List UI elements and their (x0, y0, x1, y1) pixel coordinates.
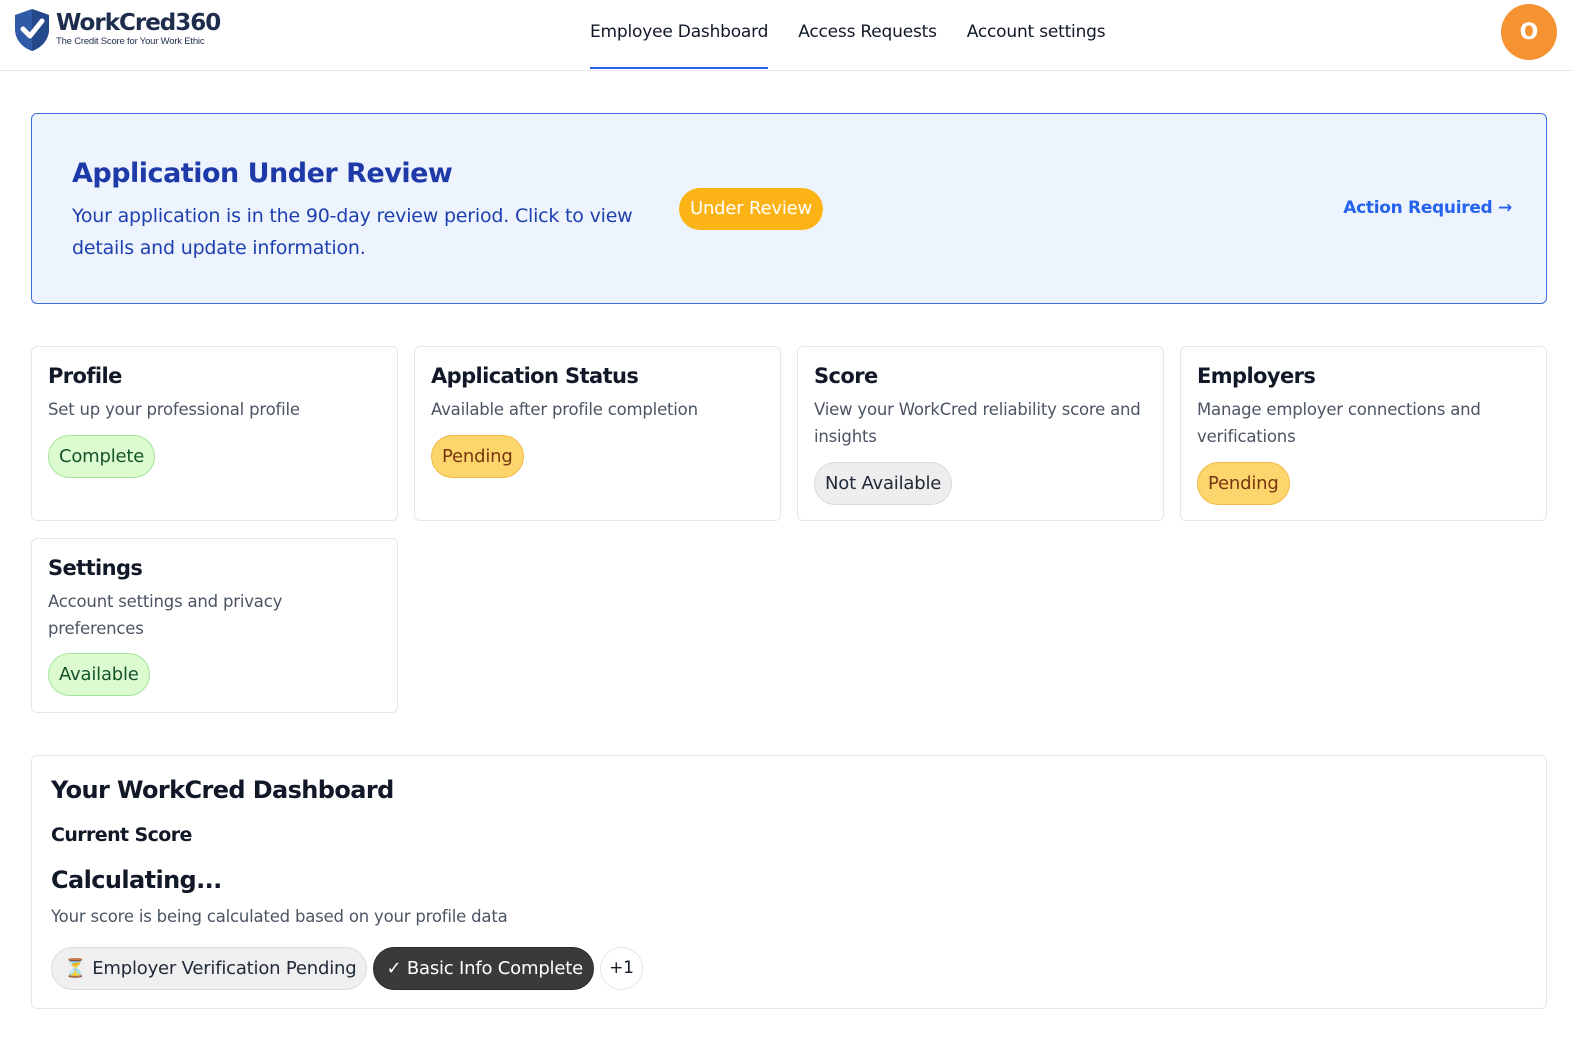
brand-tagline: The Credit Score for Your Work Ethic (56, 36, 205, 47)
card-title: Employers (1197, 364, 1316, 388)
card-description: Account settings and privacy preferences (48, 592, 283, 638)
card-description: Manage employer connections and verifica… (1197, 400, 1481, 446)
card-title: Profile (48, 364, 122, 388)
under-review-badge: Under Review (679, 188, 824, 230)
chip-basic-info[interactable]: ✓ Basic Info Complete (373, 947, 594, 990)
chip-employer-verification[interactable]: ⏳ Employer Verification Pending (51, 947, 368, 990)
brand-name: WorkCred360 (56, 10, 221, 36)
card-description: Set up your professional profile (48, 400, 300, 419)
card-application-status[interactable]: Application Status Available after profi… (414, 346, 781, 521)
chip-label: ✓ Basic Info Complete (386, 958, 583, 979)
hourglass-icon: ⏳ (64, 958, 87, 979)
banner-description: Your application is in the 90-day review… (72, 205, 633, 259)
nav-account-settings[interactable]: Account settings (967, 0, 1106, 71)
status-badge: Not Available (814, 462, 953, 505)
score-value: Calculating... (51, 866, 222, 894)
current-score-label: Current Score (51, 824, 192, 846)
card-profile[interactable]: Profile Set up your professional profile… (31, 346, 398, 521)
card-description: View your WorkCred reliability score and… (814, 400, 1141, 446)
status-chips: ⏳ Employer Verification Pending ✓ Basic I… (51, 947, 649, 990)
card-title: Application Status (431, 364, 639, 388)
dashboard-title: Your WorkCred Dashboard (51, 776, 394, 804)
status-badge: Pending (1197, 462, 1290, 505)
workcred-dashboard-panel: Your WorkCred Dashboard Current Score Ca… (31, 755, 1547, 1009)
status-badge: Available (48, 653, 150, 696)
status-badge: Complete (48, 435, 156, 478)
chip-label: Employer Verification Pending (92, 958, 357, 979)
shield-check-icon (15, 9, 49, 51)
brand-logo[interactable]: WorkCred360 The Credit Score for Your Wo… (12, 7, 221, 53)
chip-more-count[interactable]: +1 (599, 947, 643, 990)
status-badge: Pending (431, 435, 524, 478)
banner-title: Application Under Review (72, 158, 453, 189)
top-header: WorkCred360 The Credit Score for Your Wo… (0, 0, 1572, 71)
review-banner[interactable]: Application Under Review Your applicatio… (31, 113, 1547, 304)
card-title: Settings (48, 556, 143, 580)
nav-employee-dashboard[interactable]: Employee Dashboard (590, 0, 769, 71)
score-note: Your score is being calculated based on … (51, 907, 508, 926)
action-required-link[interactable]: Action Required → (1343, 198, 1512, 218)
user-avatar[interactable]: O (1501, 4, 1557, 60)
card-settings[interactable]: Settings Account settings and privacy pr… (31, 538, 398, 713)
main-nav: Employee Dashboard Access Requests Accou… (590, 0, 1135, 71)
nav-access-requests[interactable]: Access Requests (798, 0, 937, 71)
card-title: Score (814, 364, 878, 388)
card-score[interactable]: Score View your WorkCred reliability sco… (797, 346, 1164, 521)
card-employers[interactable]: Employers Manage employer connections an… (1180, 346, 1547, 521)
card-description: Available after profile completion (431, 400, 698, 419)
